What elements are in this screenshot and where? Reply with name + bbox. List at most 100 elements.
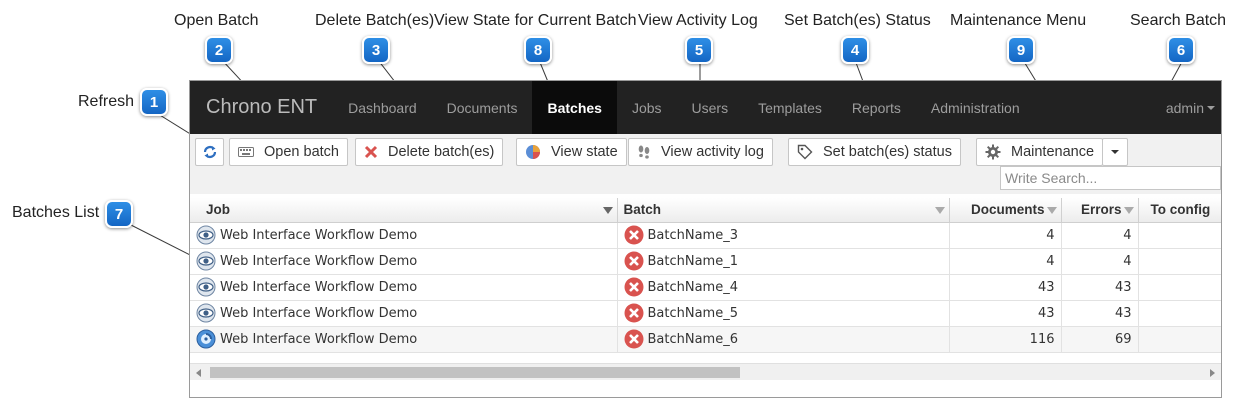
horizontal-scrollbar[interactable] [190, 363, 1221, 380]
brand-logo[interactable]: Chrono ENT [206, 96, 317, 119]
callout-badge-2: 2 [205, 36, 233, 64]
maintenance-label: Maintenance [1011, 144, 1095, 160]
job-cell: Web Interface Workflow Demo [190, 326, 618, 353]
nav-batches[interactable]: Batches [532, 81, 617, 134]
errors-cell: 43 [1061, 274, 1139, 301]
batch-cell: BatchName_1 [617, 248, 950, 275]
job-cell: Web Interface Workflow Demo [190, 300, 618, 327]
job-name: Web Interface Workflow Demo [220, 279, 418, 295]
table-row[interactable]: Web Interface Workflow Demo BatchName_3 4 4 [190, 222, 1221, 249]
table-row[interactable]: Web Interface Workflow Demo BatchName_4 43… [190, 274, 1221, 301]
nav-jobs[interactable]: Jobs [617, 81, 677, 134]
batch-cell: BatchName_3 [617, 222, 950, 249]
batch-cell: BatchName_5 [617, 300, 950, 327]
scroll-right-icon[interactable] [1210, 369, 1215, 377]
nav-reports[interactable]: Reports [837, 81, 916, 134]
column-header-label: Documents [970, 202, 1045, 218]
callout-badge-3: 3 [362, 36, 390, 64]
view-state-button[interactable]: View state [516, 138, 627, 166]
column-header-job[interactable]: Job [190, 198, 618, 223]
documents-cell: 116 [949, 326, 1062, 353]
errors-cell: 4 [1061, 222, 1139, 249]
errors-cell: 69 [1061, 326, 1139, 353]
nav-templates[interactable]: Templates [743, 81, 837, 134]
column-header-batch[interactable]: Batch [617, 198, 950, 223]
callout-badge-9: 9 [1007, 36, 1035, 64]
callout-badge-7: 7 [105, 200, 133, 228]
nav-administration[interactable]: Administration [916, 81, 1035, 134]
set-batches-status-label: Set batch(es) status [823, 144, 952, 160]
batch-cell: BatchName_6 [617, 326, 950, 353]
eye-icon [196, 277, 216, 297]
table-row[interactable]: Web Interface Workflow Demo BatchName_6 11… [190, 326, 1221, 353]
batch-name: BatchName_6 [647, 331, 739, 347]
callout-label-set-status: Set Batch(es) Status [784, 12, 931, 29]
callout-label-search-batch: Search Batch [1130, 12, 1227, 29]
batch-toolbar: Open batch Delete batch(es) View state V… [190, 134, 1221, 194]
eye-icon [196, 251, 216, 271]
callout-label-refresh: Refresh [78, 93, 135, 110]
column-header-documents[interactable]: Documents [949, 198, 1062, 223]
scroll-left-icon[interactable] [196, 369, 201, 377]
maintenance-button[interactable]: Maintenance [976, 138, 1104, 166]
sort-icon [1123, 207, 1134, 214]
callout-badge-4: 4 [841, 36, 869, 64]
documents-cell: 4 [949, 222, 1062, 249]
batch-name: BatchName_3 [647, 227, 739, 243]
error-icon [624, 329, 643, 349]
user-menu[interactable]: admin [1166, 100, 1221, 116]
column-header-label: Job [206, 202, 231, 218]
batch-name: BatchName_1 [647, 253, 739, 269]
gear-icon [985, 144, 1001, 160]
keyboard-icon [238, 147, 254, 157]
batch-name: BatchName_5 [647, 305, 739, 321]
tag-icon [797, 144, 813, 160]
chevron-down-icon [1111, 150, 1119, 154]
callout-label-view-state: View State for Current Batch [434, 12, 637, 29]
view-activity-log-button[interactable]: View activity log [628, 138, 773, 166]
job-name: Web Interface Workflow Demo [220, 253, 418, 269]
batches-grid: Job Batch Documents Errors To config Web… [190, 198, 1221, 380]
callout-badge-1: 1 [140, 88, 168, 116]
refresh-button[interactable] [195, 138, 224, 166]
documents-cell: 4 [949, 248, 1062, 275]
column-header-label: To config [1150, 202, 1211, 218]
delete-x-icon [364, 145, 378, 159]
footprints-icon [638, 145, 650, 159]
set-batches-status-button[interactable]: Set batch(es) status [788, 138, 961, 166]
errors-cell: 4 [1061, 248, 1139, 275]
column-header-errors[interactable]: Errors [1061, 198, 1139, 223]
top-navbar: Chrono ENT Dashboard Documents Batches J… [190, 81, 1221, 134]
maintenance-dropdown-toggle[interactable] [1102, 138, 1128, 166]
callout-badge-5: 5 [685, 36, 713, 64]
error-icon [624, 277, 643, 297]
to-config-cell [1138, 274, 1221, 301]
error-icon [624, 225, 643, 245]
delete-batches-button[interactable]: Delete batch(es) [355, 138, 504, 166]
to-config-cell [1138, 248, 1221, 275]
job-cell: Web Interface Workflow Demo [190, 222, 618, 249]
scrollbar-thumb[interactable] [210, 367, 740, 378]
nav-users[interactable]: Users [677, 81, 744, 134]
table-row[interactable]: Web Interface Workflow Demo BatchName_5 43… [190, 300, 1221, 327]
open-batch-label: Open batch [264, 144, 339, 160]
chevron-down-icon [1207, 105, 1215, 110]
to-config-cell [1138, 326, 1221, 353]
column-header-to-config[interactable]: To config [1138, 198, 1221, 223]
view-activity-log-label: View activity log [661, 144, 764, 160]
documents-cell: 43 [949, 300, 1062, 327]
column-header-label: Batch [623, 202, 662, 218]
eye-icon [196, 225, 216, 245]
callout-label-delete-batches: Delete Batch(es) [315, 12, 435, 29]
nav-documents[interactable]: Documents [432, 81, 533, 134]
sort-icon [1046, 207, 1057, 214]
nav-dashboard[interactable]: Dashboard [333, 81, 432, 134]
job-name: Web Interface Workflow Demo [220, 305, 418, 321]
search-input[interactable] [1000, 166, 1221, 190]
open-batch-button[interactable]: Open batch [229, 138, 348, 166]
delete-batches-label: Delete batch(es) [388, 144, 495, 160]
batch-name: BatchName_4 [647, 279, 739, 295]
table-row[interactable]: Web Interface Workflow Demo BatchName_1 4 4 [190, 248, 1221, 275]
error-icon [624, 251, 643, 271]
view-state-label: View state [551, 144, 618, 160]
